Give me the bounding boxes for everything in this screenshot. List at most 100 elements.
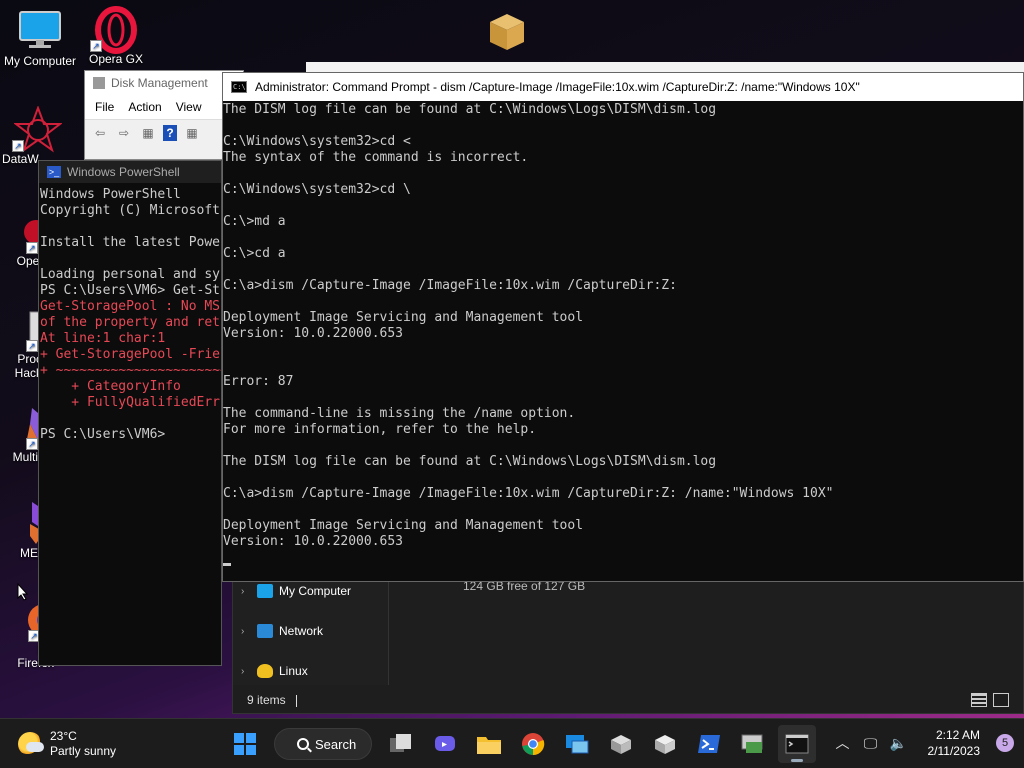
properties-icon[interactable]: ▦ bbox=[183, 125, 201, 141]
monitor-icon bbox=[16, 8, 64, 52]
command-prompt-titlebar[interactable]: C:\ Administrator: Command Prompt - dism… bbox=[223, 73, 1023, 101]
weather-description: Partly sunny bbox=[50, 744, 117, 758]
file-explorer-button[interactable] bbox=[470, 725, 508, 763]
nav-item-linux[interactable]: › Linux bbox=[241, 661, 308, 681]
console-line: The command-line is missing the /name op… bbox=[223, 406, 576, 421]
vm-app-2-button[interactable] bbox=[646, 725, 684, 763]
console-line: + ~~~~~~~~~~~~~~~~~~~~~~~ bbox=[40, 363, 222, 378]
dataw-icon: ↗ bbox=[12, 105, 63, 153]
clock-date: 2/11/2023 bbox=[927, 744, 981, 758]
cmd-icon bbox=[785, 734, 809, 754]
partly-sunny-icon bbox=[18, 732, 44, 756]
menu-file[interactable]: File bbox=[95, 100, 114, 114]
search-label: Search bbox=[315, 736, 357, 752]
console-line: Version: 10.0.22000.653 bbox=[223, 326, 404, 341]
chrome-button[interactable] bbox=[514, 725, 552, 763]
menu-view[interactable]: View bbox=[176, 100, 202, 114]
console-line: C:\>cd a bbox=[223, 246, 286, 261]
volume-icon[interactable]: 🔈 bbox=[890, 735, 908, 752]
disk-management-icon bbox=[93, 77, 105, 89]
folder-icon bbox=[477, 737, 501, 754]
disk-management-menubar: File Action View bbox=[85, 95, 243, 119]
command-prompt-window[interactable]: C:\ Administrator: Command Prompt - dism… bbox=[222, 72, 1024, 582]
nav-item-network[interactable]: › Network bbox=[241, 621, 323, 641]
console-line: + CategoryInfo bbox=[40, 379, 181, 394]
disk-management-icon bbox=[741, 734, 763, 753]
console-tree-icon[interactable]: ▦ bbox=[139, 125, 157, 141]
shortcut-arrow-icon: ↗ bbox=[90, 40, 102, 52]
powershell-taskbar-button[interactable] bbox=[690, 725, 728, 763]
command-prompt-taskbar-button[interactable] bbox=[778, 725, 816, 763]
console-line: Copyright (C) Microsoft bbox=[40, 203, 221, 218]
powershell-output[interactable]: Windows PowerShell Copyright (C) Microso… bbox=[39, 187, 221, 443]
remote-desktop-icon bbox=[566, 735, 589, 754]
command-prompt-output[interactable]: The DISM log file can be found at C:\Win… bbox=[223, 102, 1023, 566]
shortcut-arrow-icon: ↗ bbox=[26, 438, 38, 450]
weather-widget[interactable]: 23°C Partly sunny bbox=[18, 729, 116, 759]
chat-icon bbox=[435, 736, 455, 751]
windows-logo-icon bbox=[234, 733, 256, 755]
chevron-right-icon[interactable]: › bbox=[241, 666, 251, 677]
package-box-icon[interactable] bbox=[486, 10, 528, 52]
console-line: At line:1 char:1 bbox=[40, 331, 166, 346]
console-line: Loading personal and sy bbox=[40, 267, 221, 282]
shortcut-arrow-icon: ↗ bbox=[26, 340, 38, 352]
file-explorer-window[interactable]: › My Computer › Network › Linux 124 GB f… bbox=[232, 574, 1024, 714]
back-arrow-icon[interactable]: ⇦ bbox=[91, 125, 109, 141]
notification-badge[interactable]: 5 bbox=[996, 734, 1014, 752]
linux-icon bbox=[257, 664, 273, 678]
nav-item-label: My Computer bbox=[279, 584, 352, 598]
chat-button[interactable] bbox=[426, 725, 464, 763]
console-line: For more information, refer to the help. bbox=[223, 422, 537, 437]
shortcut-arrow-icon: ↗ bbox=[26, 242, 38, 254]
desktop-icon-my-computer[interactable]: My Computer bbox=[0, 8, 80, 68]
task-view-button[interactable] bbox=[382, 725, 420, 763]
console-line: PS C:\Users\VM6> bbox=[40, 427, 166, 442]
menu-action[interactable]: Action bbox=[128, 100, 161, 114]
console-line: of the property and ret bbox=[40, 315, 221, 330]
powershell-icon bbox=[698, 735, 720, 753]
console-line: + FullyQualifiedErr bbox=[40, 395, 221, 410]
taskbar: 23°C Partly sunny Search ︿ 🖵 🔈 2:12 AM 2… bbox=[0, 718, 1024, 768]
opera-gx-icon: ↗ bbox=[90, 6, 140, 54]
powershell-titlebar[interactable]: >_ Windows PowerShell bbox=[39, 161, 221, 183]
console-line: The DISM log file can be found at C:\Win… bbox=[223, 454, 717, 469]
item-count: 9 items bbox=[247, 693, 286, 707]
powershell-window[interactable]: >_ Windows PowerShell Windows PowerShell… bbox=[38, 160, 222, 666]
window-title: Disk Management bbox=[111, 76, 208, 90]
console-line: Error: 87 bbox=[223, 374, 294, 389]
disk-management-window[interactable]: Disk Management File Action View ⇦ ⇨ ▦ ?… bbox=[84, 70, 244, 160]
network-status-icon[interactable]: 🖵 bbox=[862, 735, 880, 752]
console-line: Get-StoragePool : No MS bbox=[40, 299, 221, 314]
desktop-icon-dataw[interactable]: ↗ DataW bbox=[0, 105, 78, 166]
search-button[interactable]: Search bbox=[274, 728, 372, 760]
chevron-up-icon[interactable]: ︿ bbox=[834, 733, 852, 753]
nav-item-label: Linux bbox=[279, 664, 308, 678]
nav-item-my-computer[interactable]: › My Computer bbox=[241, 581, 351, 601]
details-view-icon[interactable] bbox=[971, 693, 987, 707]
start-button[interactable] bbox=[226, 725, 264, 763]
large-icons-view-icon[interactable] bbox=[993, 693, 1009, 707]
remote-desktop-button[interactable] bbox=[558, 725, 596, 763]
console-line: Deployment Image Servicing and Managemen… bbox=[223, 310, 584, 325]
text-cursor bbox=[223, 563, 231, 566]
help-icon[interactable]: ? bbox=[163, 124, 177, 141]
weather-temperature: 23°C bbox=[50, 729, 77, 743]
desktop-icon-opera-gx[interactable]: ↗ Opera GX bbox=[76, 6, 156, 66]
clock[interactable]: 2:12 AM 2/11/2023 bbox=[928, 727, 981, 759]
clock-time: 2:12 AM bbox=[935, 728, 980, 742]
vm-app-button[interactable] bbox=[602, 725, 640, 763]
network-icon bbox=[257, 624, 273, 638]
chevron-right-icon[interactable]: › bbox=[241, 626, 251, 637]
console-line: C:\Windows\system32>cd < bbox=[223, 134, 411, 149]
search-icon bbox=[297, 738, 309, 750]
task-view-icon bbox=[390, 734, 411, 752]
system-tray: ︿ 🖵 🔈 2:12 AM 2/11/2023 5 bbox=[834, 727, 1014, 759]
disk-management-titlebar[interactable]: Disk Management bbox=[85, 71, 243, 95]
disk-management-taskbar-button[interactable] bbox=[734, 725, 772, 763]
forward-arrow-icon[interactable]: ⇨ bbox=[115, 125, 133, 141]
chevron-right-icon[interactable]: › bbox=[241, 586, 251, 597]
console-line: The syntax of the command is incorrect. bbox=[223, 150, 529, 165]
powershell-icon: >_ bbox=[47, 166, 61, 178]
console-line: Install the latest Powe bbox=[40, 235, 221, 250]
